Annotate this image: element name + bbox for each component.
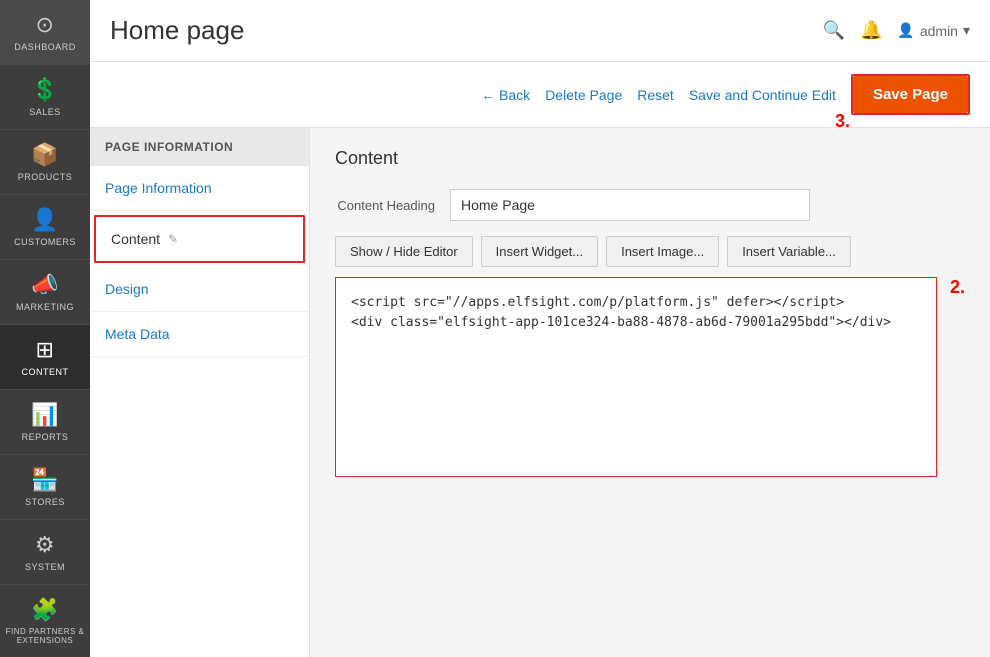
- top-header: Home page 🔍 🔔 👤 admin ▾: [90, 0, 990, 62]
- sidebar-item-sales[interactable]: 💲 Sales: [0, 65, 90, 130]
- search-icon[interactable]: 🔍: [823, 20, 845, 41]
- content-heading-label: Content Heading: [335, 198, 435, 213]
- content-area: PAGE INFORMATION Page Information 1. Con…: [90, 128, 990, 657]
- sidebar-item-marketing[interactable]: 📣 Marketing: [0, 260, 90, 325]
- customers-icon: 👤: [31, 207, 59, 233]
- code-line-2: <div class="elfsight-app-101ce324-ba88-4…: [351, 313, 921, 333]
- page-information-label: Page Information: [105, 180, 212, 196]
- back-button[interactable]: ← Back: [481, 87, 530, 103]
- sidebar-label-customers: Customers: [14, 237, 76, 247]
- delete-page-button[interactable]: Delete Page: [545, 87, 622, 103]
- save-page-border: Save Page: [851, 74, 970, 115]
- sidebar-label-products: Products: [18, 172, 73, 182]
- form-row: Content Heading: [335, 189, 965, 221]
- nav-item-page-information[interactable]: Page Information: [90, 166, 309, 211]
- sidebar-label-stores: Stores: [25, 497, 65, 507]
- design-label: Design: [105, 281, 149, 297]
- sidebar-item-reports[interactable]: 📊 Reports: [0, 390, 90, 455]
- sidebar-label-marketing: Marketing: [16, 302, 74, 312]
- sales-icon: 💲: [31, 77, 59, 103]
- user-icon: 👤: [897, 22, 914, 39]
- sidebar-label-system: System: [25, 562, 65, 572]
- page-title: Home page: [110, 15, 244, 46]
- sidebar-label-sales: Sales: [29, 107, 61, 117]
- sidebar-label-reports: Reports: [22, 432, 69, 442]
- reports-icon: 📊: [31, 402, 59, 428]
- edit-icon: ✎: [168, 232, 178, 246]
- stores-icon: 🏪: [31, 467, 59, 493]
- dashboard-icon: ⊙: [36, 12, 55, 38]
- system-icon: ⚙: [35, 532, 55, 558]
- chevron-down-icon: ▾: [963, 22, 970, 39]
- insert-image-button[interactable]: Insert Image...: [606, 236, 719, 267]
- meta-data-label: Meta Data: [105, 326, 170, 342]
- nav-item-meta-data[interactable]: Meta Data: [90, 312, 309, 357]
- products-icon: 📦: [31, 142, 59, 168]
- content-nav-label: Content: [111, 231, 160, 247]
- content-icon: ⊞: [36, 337, 55, 363]
- insert-widget-button[interactable]: Insert Widget...: [481, 236, 598, 267]
- left-panel: PAGE INFORMATION Page Information 1. Con…: [90, 128, 310, 657]
- sidebar-item-stores[interactable]: 🏪 Stores: [0, 455, 90, 520]
- find-partners-icon: 🧩: [31, 597, 59, 623]
- show-hide-editor-button[interactable]: Show / Hide Editor: [335, 236, 473, 267]
- action-bar: ← Back Delete Page Reset Save and Contin…: [90, 62, 990, 128]
- admin-menu[interactable]: 👤 admin ▾: [897, 22, 970, 39]
- annotation-2: 2.: [950, 277, 965, 298]
- sidebar-item-customers[interactable]: 👤 Customers: [0, 195, 90, 260]
- marketing-icon: 📣: [31, 272, 59, 298]
- nav-item-content[interactable]: Content ✎: [94, 215, 305, 263]
- bell-icon[interactable]: 🔔: [860, 20, 882, 41]
- code-line-1: <script src="//apps.elfsight.com/p/platf…: [351, 293, 921, 313]
- save-page-button[interactable]: Save Page: [853, 76, 968, 113]
- section-title: Content: [335, 148, 965, 169]
- sidebar-label-find-partners: Find Partners & Extensions: [5, 627, 85, 645]
- content-heading-input[interactable]: [450, 189, 810, 221]
- sidebar-label-content: Content: [22, 367, 69, 377]
- nav-item-content-wrapper: 1. Content ✎: [90, 211, 309, 267]
- reset-button[interactable]: Reset: [637, 87, 674, 103]
- annotation-3: 3.: [835, 111, 850, 132]
- code-editor[interactable]: <script src="//apps.elfsight.com/p/platf…: [335, 277, 937, 477]
- panel-section-header: PAGE INFORMATION: [90, 128, 309, 166]
- right-panel: Content Content Heading Show / Hide Edit…: [310, 128, 990, 657]
- sidebar-item-content[interactable]: ⊞ Content: [0, 325, 90, 390]
- sidebar-item-products[interactable]: 📦 Products: [0, 130, 90, 195]
- header-actions: 🔍 🔔 👤 admin ▾: [823, 20, 970, 41]
- editor-toolbar: Show / Hide Editor Insert Widget... Inse…: [335, 236, 965, 267]
- main-content: Home page 🔍 🔔 👤 admin ▾ ← Back Delete Pa…: [90, 0, 990, 657]
- sidebar-item-dashboard[interactable]: ⊙ Dashboard: [0, 0, 90, 65]
- sidebar-item-find-partners[interactable]: 🧩 Find Partners & Extensions: [0, 585, 90, 657]
- insert-variable-button[interactable]: Insert Variable...: [727, 236, 851, 267]
- sidebar-item-system[interactable]: ⚙ System: [0, 520, 90, 585]
- admin-label: admin: [920, 23, 958, 39]
- code-editor-wrapper: <script src="//apps.elfsight.com/p/platf…: [335, 277, 965, 477]
- sidebar-label-dashboard: Dashboard: [14, 42, 76, 52]
- save-continue-button[interactable]: Save and Continue Edit: [689, 87, 836, 103]
- nav-item-design[interactable]: Design: [90, 267, 309, 312]
- sidebar: ⊙ Dashboard 💲 Sales 📦 Products 👤 Custome…: [0, 0, 90, 657]
